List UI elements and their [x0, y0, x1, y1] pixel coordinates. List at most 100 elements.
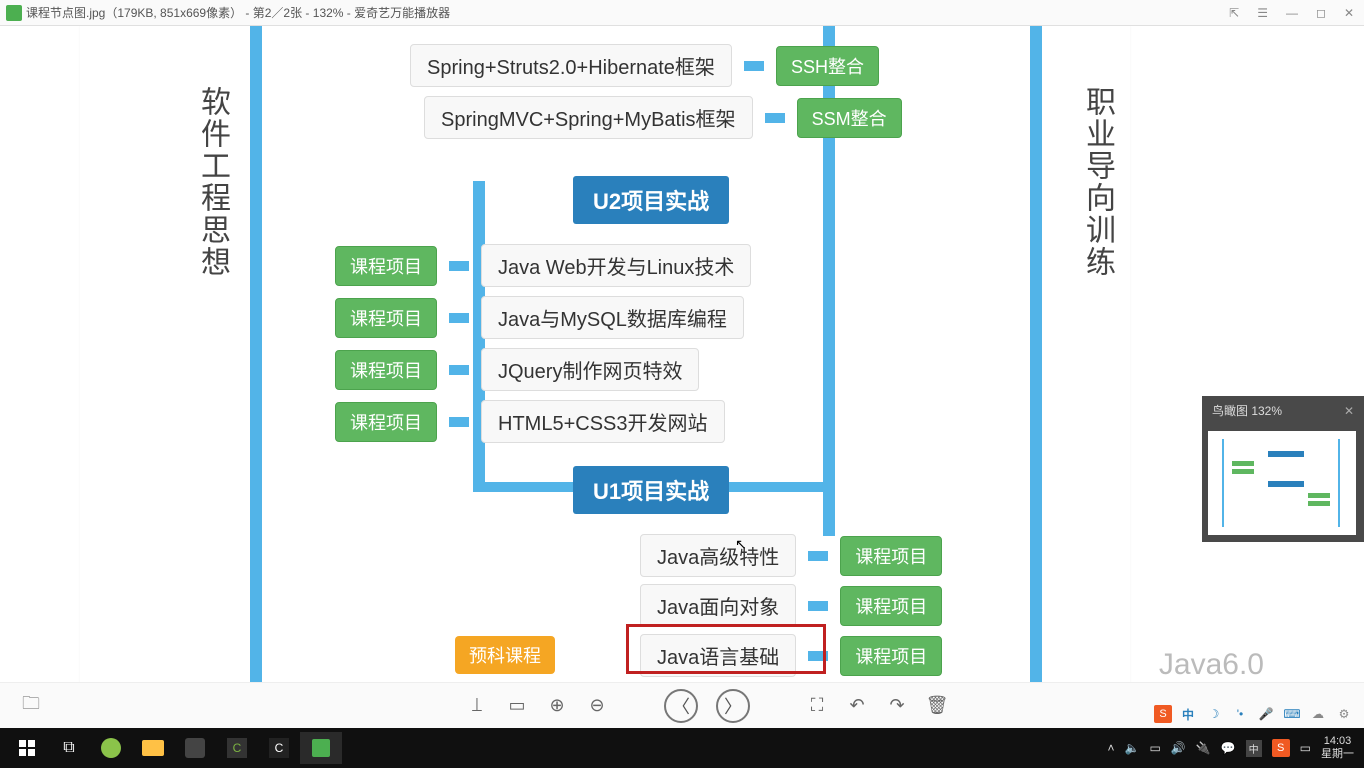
grey-mid2: Java与MySQL数据库编程 [481, 296, 744, 339]
tray-ime-icon[interactable]: 中 [1246, 740, 1262, 757]
grey-mid4: HTML5+CSS3开发网站 [481, 400, 725, 443]
minimize-icon[interactable]: — [1282, 6, 1302, 20]
clock-day: 星期一 [1321, 748, 1354, 761]
row-bot1: Java高级特性 课程项目 [640, 534, 942, 577]
precourse-row: 预科课程 [455, 636, 555, 674]
green-ssh: SSH整合 [776, 46, 879, 86]
rotate-left-icon[interactable]: ↶ [846, 695, 868, 717]
ime-zhong-icon[interactable]: 中 [1178, 704, 1198, 724]
tray-msg-icon[interactable]: 💬 [1221, 741, 1236, 755]
connector [744, 61, 764, 71]
browser-icon[interactable] [90, 732, 132, 764]
row-mid3: 课程项目 JQuery制作网页特效 [335, 348, 699, 391]
connector [808, 551, 828, 561]
green-mid4: 课程项目 [335, 402, 437, 442]
grey-mid3: JQuery制作网页特效 [481, 348, 699, 391]
tray-volume-icon[interactable]: 🔈 [1125, 741, 1140, 755]
ime-punct-icon[interactable]: '• [1230, 704, 1250, 724]
green-bot2: 课程项目 [840, 586, 942, 626]
ime-settings-icon[interactable]: ⚙ [1334, 704, 1354, 724]
tray-sound-icon[interactable]: 🔊 [1171, 741, 1186, 755]
thumbnail-header: 鸟瞰图 132% ✕ [1202, 396, 1364, 425]
rotate-right-icon[interactable]: ↷ [886, 695, 908, 717]
ime-cloud-icon[interactable]: ☁ [1308, 704, 1328, 724]
right-spine [1030, 26, 1042, 682]
explorer-icon[interactable] [132, 732, 174, 764]
connector [808, 601, 828, 611]
titlebar: 课程节点图.jpg（179KB, 851x669像素） - 第2／2张 - 13… [0, 0, 1364, 26]
connector [449, 365, 469, 375]
thumbnail-label: 鸟瞰图 132% [1212, 402, 1282, 419]
taskbar: ⧉ C C ˄ 🔈 ▭ 🔊 🔌 💬 中 S ▭ 14:03 星期一 [0, 728, 1364, 768]
close-icon[interactable]: ✕ [1340, 6, 1358, 20]
start-button[interactable] [6, 732, 48, 764]
grey-bot1: Java高级特性 [640, 534, 796, 577]
row-mid2: 课程项目 Java与MySQL数据库编程 [335, 296, 744, 339]
tray-sogou-icon[interactable]: S [1272, 739, 1290, 757]
zoom-in-icon[interactable]: ⊕ [546, 695, 568, 717]
connector [808, 651, 828, 661]
left-vertical-text: 软件工程思想 [190, 86, 234, 278]
ime-mic-icon[interactable]: 🎤 [1256, 704, 1276, 724]
grey-bot2: Java面向对象 [640, 584, 796, 627]
row-mid1: 课程项目 Java Web开发与Linux技术 [335, 244, 751, 287]
crop-icon[interactable]: ⟘ [466, 695, 488, 717]
ime-keyboard-icon[interactable]: ⌨ [1282, 704, 1302, 724]
connector [449, 261, 469, 271]
fullscreen-icon[interactable]: ⛶ [806, 695, 828, 717]
u1-header: U1项目实战 [573, 466, 729, 514]
grey-mid1: Java Web开发与Linux技术 [481, 244, 751, 287]
archive-icon[interactable]: 🗀 [20, 695, 42, 717]
row-bot2: Java面向对象 课程项目 [640, 584, 942, 627]
grey-ssm: SpringMVC+Spring+MyBatis框架 [424, 96, 753, 139]
left-spine [250, 26, 262, 682]
connector [449, 313, 469, 323]
version-text: Java6.0 [1159, 648, 1264, 682]
tray-power-icon[interactable]: 🔌 [1196, 741, 1211, 755]
grey-bot3: Java语言基础 [640, 634, 796, 677]
row-ssm: SpringMVC+Spring+MyBatis框架 SSM整合 [424, 96, 902, 139]
green-ssm: SSM整合 [797, 98, 902, 138]
taskview-icon[interactable]: ⧉ [48, 732, 90, 764]
row-mid4: 课程项目 HTML5+CSS3开发网站 [335, 400, 725, 443]
thumbnail-panel[interactable]: 鸟瞰图 132% ✕ [1202, 396, 1364, 542]
connector [449, 417, 469, 427]
next-button[interactable]: 〉 [716, 689, 750, 723]
thumbnail-image[interactable] [1208, 431, 1356, 535]
active-app-icon[interactable] [300, 732, 342, 764]
window-title: 课程节点图.jpg（179KB, 851x669像素） - 第2／2张 - 13… [26, 4, 1225, 21]
sublime-icon[interactable] [174, 732, 216, 764]
green-mid1: 课程项目 [335, 246, 437, 286]
green-bot3: 课程项目 [840, 636, 942, 676]
connector [765, 113, 785, 123]
camtasia-icon[interactable]: C [216, 732, 258, 764]
thumbnail-close-icon[interactable]: ✕ [1344, 404, 1354, 418]
row-bot3: Java语言基础 课程项目 [640, 634, 942, 677]
u1-header-row: U1项目实战 [573, 466, 729, 514]
clock[interactable]: 14:03 星期一 [1321, 735, 1354, 761]
ime-moon-icon[interactable]: ☽ [1204, 704, 1224, 724]
tray-network-icon[interactable]: ▭ [1149, 741, 1160, 755]
u2-header: U2项目实战 [573, 176, 729, 224]
clock-time: 14:03 [1321, 735, 1354, 748]
green-mid2: 课程项目 [335, 298, 437, 338]
content-area: 软件工程思想 职业导向训练 Spring+Struts2.0+Hibernate… [0, 26, 1364, 682]
tray-up-icon[interactable]: ˄ [1107, 741, 1114, 755]
camtasia2-icon[interactable]: C [258, 732, 300, 764]
delete-icon[interactable]: 🗑 [926, 695, 948, 717]
zoom-out-icon[interactable]: ⊖ [586, 695, 608, 717]
maximize-icon[interactable]: ◻ [1312, 6, 1330, 20]
prev-button[interactable]: 〈 [664, 689, 698, 723]
grey-ssh: Spring+Struts2.0+Hibernate框架 [410, 44, 732, 87]
sogou-icon[interactable]: S [1154, 705, 1172, 723]
precourse-tag: 预科课程 [455, 636, 555, 674]
fit-icon[interactable]: ▭ [506, 695, 528, 717]
app-icon [6, 5, 22, 21]
menu-icon[interactable]: ☰ [1253, 6, 1272, 20]
system-tray: ˄ 🔈 ▭ 🔊 🔌 💬 中 S ▭ 14:03 星期一 [1107, 735, 1358, 761]
green-mid3: 课程项目 [335, 350, 437, 390]
ime-bar: S 中 ☽ '• 🎤 ⌨ ☁ ⚙ [1154, 702, 1354, 726]
window-controls: ⇱ ☰ — ◻ ✕ [1225, 6, 1358, 20]
tray-action-icon[interactable]: ▭ [1300, 741, 1311, 755]
pin-icon[interactable]: ⇱ [1225, 6, 1243, 20]
